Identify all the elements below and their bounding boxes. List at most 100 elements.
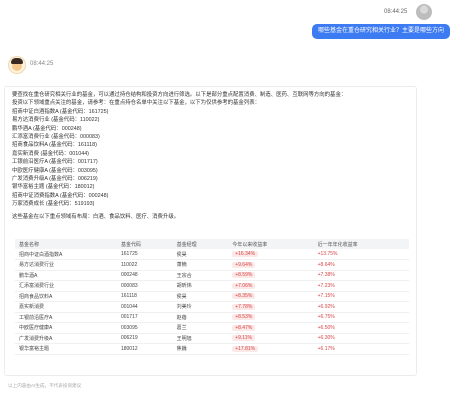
message-time-right: 08:44:25 <box>384 9 408 15</box>
message-time-left: 08:44:25 <box>30 61 54 67</box>
fund-list-item: 万家消费成长 (基金代码：519193) <box>12 201 95 208</box>
table-cell: +8.53% <box>228 312 314 323</box>
column-header: 基金代码 <box>116 239 173 249</box>
table-row: 工银前沿医疗A 001717 赵蓓 +8.53% +6.75% <box>15 312 409 323</box>
column-header: 近一年年化收益率 <box>313 239 409 249</box>
fund-table: 基金名称 基金代码 基金经理 今年以来收益率 近一年年化收益率 招商中证白酒指数… <box>15 239 409 355</box>
table-cell: +7.15% <box>313 291 409 302</box>
table-cell: 工银前沿医疗A <box>15 312 117 323</box>
fund-list-item: 嘉实新消费 (基金代码：001044) <box>12 150 89 157</box>
fund-list-item: 鹏华酒A (基金代码：000248) <box>12 125 82 132</box>
table-cell: 180012 <box>116 343 173 355</box>
table-cell: +6.92% <box>313 301 409 313</box>
table-cell: 001717 <box>116 312 173 323</box>
fund-list-item: 广发消费升级A (基金代码：006219) <box>12 176 98 183</box>
table-row: 广发消费升级A 006219 王明旭 +9.11% +6.30% <box>15 333 409 344</box>
table-cell: 侯昊 <box>172 291 229 302</box>
fund-list-item: 招商中证消费指数A (基金代码：000248) <box>12 192 109 199</box>
table-cell: 汇添富消费行业 <box>15 280 117 292</box>
fund-list-item: 易方达消费行业 (基金代码：110022) <box>12 117 100 124</box>
table-row: 易方达消费行业 110022 萧楠 +9.64% +8.64% <box>15 259 409 271</box>
table-cell: 招商中证白酒指数A <box>15 249 117 260</box>
table-cell: 银华富裕主题 <box>15 343 117 355</box>
reply-summary: 这些基金在以下重点领域有布局：白酒、食品饮料、医疗、消费升级。 <box>12 213 180 220</box>
table-row: 汇添富消费行业 000083 胡昕炜 +7.06% +7.23% <box>15 280 409 292</box>
table-cell: 000248 <box>116 270 173 281</box>
table-cell: +6.50% <box>313 322 409 334</box>
table-cell: 161725 <box>116 249 173 260</box>
user-avatar <box>416 4 432 20</box>
table-cell: 161118 <box>116 291 173 302</box>
column-header: 基金名称 <box>15 239 117 249</box>
table-cell: 003095 <box>116 322 173 334</box>
reply-intro-2: 投资以下领域重点关注的基金，请参考：在重点持仓名单中关注以下基金，以下为仅供参考… <box>12 100 260 107</box>
fund-list-item: 招商食品饮料A (基金代码：161118) <box>12 142 97 149</box>
column-header: 今年以来收益率 <box>228 239 314 249</box>
table-cell: 招商食品饮料A <box>15 291 117 302</box>
table-row: 鹏华酒A 000248 王宗合 +8.59% +7.38% <box>15 270 409 281</box>
table-cell: 嘉实新消费 <box>15 301 117 313</box>
table-row: 嘉实新消费 001044 刘美玲 +7.78% +6.92% <box>15 301 409 313</box>
ytd-return-badge: +7.78% <box>232 303 256 310</box>
fund-list-item: 银华富裕主题 (基金代码：180012) <box>12 184 95 191</box>
table-body: 招商中证白酒指数A 161725 侯昊 +16.34% +13.75% 易方达消费行业 11… <box>15 249 409 355</box>
user-message-bubble: 哪些基金在重仓研究相关行业？主要是哪些方向 <box>312 24 451 39</box>
fund-list-item: 工银前沿医疗A (基金代码：001717) <box>12 159 98 166</box>
ytd-return-badge: +7.06% <box>232 282 256 289</box>
ytd-return-badge: +16.34% <box>232 251 259 257</box>
reply-text: 要查找在重仓研究相关行业的基金，可以通过持仓结构和投资方向进行筛选。以下是部分重… <box>12 91 412 221</box>
table-cell: +8.59% <box>228 270 314 281</box>
disclaimer-note: 以上内容由AI生成，不代表投资建议 <box>8 383 82 388</box>
fund-list-item: 招商中证白酒指数A (基金代码：161725) <box>12 108 109 115</box>
ytd-return-badge: +8.59% <box>232 272 256 279</box>
table-cell: 中欧医疗健康A <box>15 322 117 334</box>
table-cell: 鹏华酒A <box>15 270 117 281</box>
column-header: 基金经理 <box>172 239 229 249</box>
table-cell: +9.64% <box>228 259 314 271</box>
table-cell: +16.34% <box>228 249 314 260</box>
table-row: 招商食品饮料A 161118 侯昊 +8.35% +7.15% <box>15 291 409 302</box>
table-header-row: 基金名称 基金代码 基金经理 今年以来收益率 近一年年化收益率 <box>15 239 409 249</box>
table-cell: +13.75% <box>313 249 409 260</box>
avatar-hair <box>11 58 23 64</box>
table-cell: 000083 <box>116 280 173 292</box>
ytd-return-badge: +9.11% <box>232 335 255 342</box>
table-cell: 胡昕炜 <box>172 280 229 292</box>
table-cell: 赵蓓 <box>172 312 229 323</box>
table-cell: +6.30% <box>313 333 409 344</box>
table-cell: +7.23% <box>313 280 409 292</box>
fund-list-item: 中欧医疗健康A (基金代码：003095) <box>12 167 98 174</box>
table-cell: 110022 <box>116 259 173 271</box>
table-row: 招商中证白酒指数A 161725 侯昊 +16.34% +13.75% <box>15 249 409 260</box>
table-cell: +9.11% <box>228 333 314 344</box>
table-cell: 葛兰 <box>172 322 229 334</box>
ytd-return-badge: +17.81% <box>232 345 259 352</box>
table-cell: +7.78% <box>228 301 314 313</box>
table-cell: 广发消费升级A <box>15 333 117 344</box>
table-cell: +8.35% <box>228 291 314 302</box>
table-cell: 001044 <box>116 301 173 313</box>
ytd-return-badge: +9.64% <box>232 261 256 268</box>
table-cell: 易方达消费行业 <box>15 259 117 271</box>
fund-list-item: 汇添富消费行业 (基金代码：000083) <box>12 134 100 141</box>
table-cell: 006219 <box>116 333 173 344</box>
table-cell: +17.81% <box>228 343 314 355</box>
table-cell: +7.06% <box>228 280 314 292</box>
table-cell: 侯昊 <box>172 249 229 260</box>
table-cell: 王宗合 <box>172 270 229 281</box>
table-row: 银华富裕主题 180012 焦巍 +17.81% +6.17% <box>15 343 409 355</box>
table-row: 中欧医疗健康A 003095 葛兰 +8.47% +6.50% <box>15 322 409 334</box>
assistant-reply-card: 要查找在重仓研究相关行业的基金，可以通过持仓结构和投资方向进行筛选。以下是部分重… <box>4 86 417 376</box>
bot-avatar <box>8 56 26 74</box>
table-cell: +8.64% <box>313 259 409 271</box>
table-cell: 刘美玲 <box>172 301 229 313</box>
table-cell: 萧楠 <box>172 259 229 271</box>
reply-intro: 要查找在重仓研究相关行业的基金，可以通过持仓结构和投资方向进行筛选。以下是部分重… <box>12 92 347 98</box>
ytd-return-badge: +8.35% <box>232 293 256 300</box>
table-cell: 焦巍 <box>172 343 229 355</box>
ytd-return-badge: +8.53% <box>232 314 256 321</box>
table-cell: +6.75% <box>313 312 409 323</box>
table-cell: +8.47% <box>228 322 314 334</box>
fund-table-wrapper: 基金名称 基金代码 基金经理 今年以来收益率 近一年年化收益率 招商中证白酒指数… <box>15 239 409 355</box>
table-cell: +6.17% <box>313 343 409 355</box>
